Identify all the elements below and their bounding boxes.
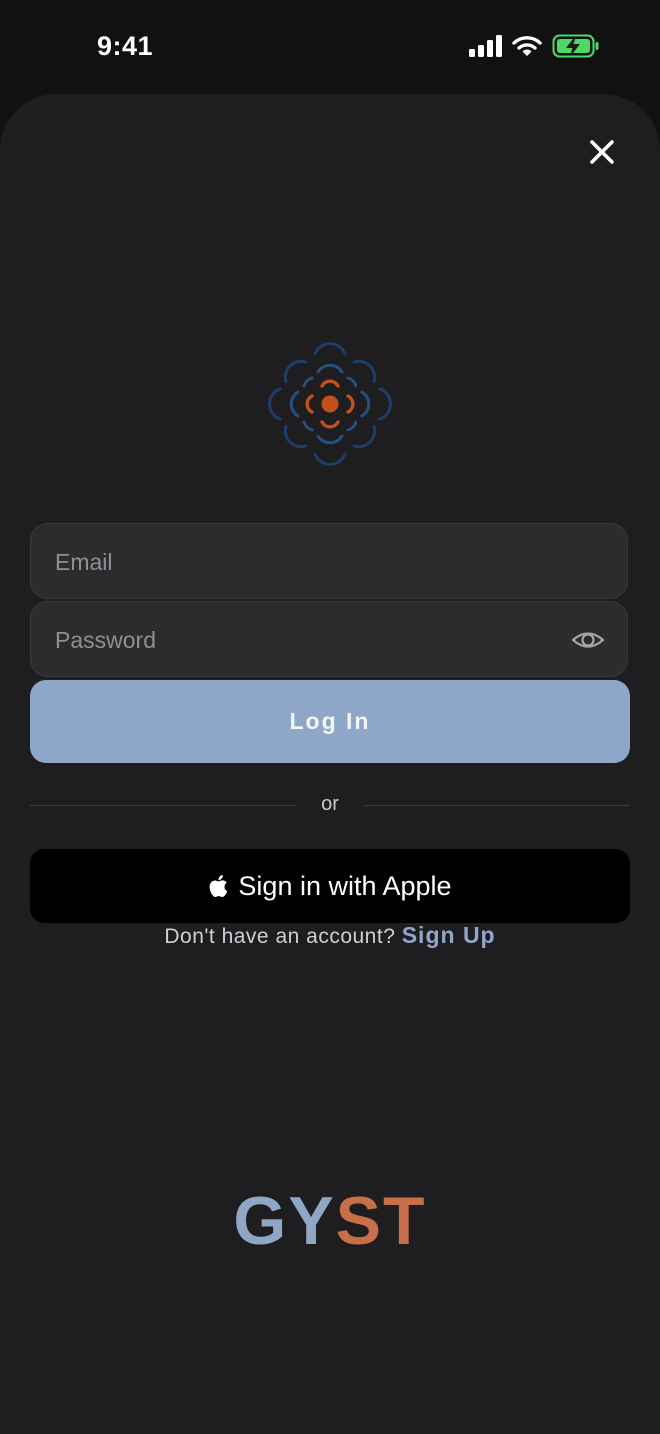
password-input[interactable] [53, 602, 557, 678]
divider-left [30, 805, 296, 806]
status-time: 9:41 [97, 31, 154, 61]
login-button-label: Log In [289, 708, 371, 734]
brand-part-2: ST [335, 1183, 427, 1259]
apple-button-label: Sign in with Apple [238, 870, 452, 901]
cellular-signal-icon [469, 35, 502, 57]
flower-logo-icon [268, 342, 392, 466]
status-icons [468, 34, 600, 58]
password-field[interactable] [30, 601, 628, 678]
signup-row: Don't have an account? Sign Up [0, 922, 660, 949]
login-button[interactable]: Log In [30, 680, 630, 763]
brand-wordmark: GYST [0, 1182, 660, 1260]
divider-right [364, 805, 630, 806]
or-label: or [321, 793, 339, 815]
wifi-icon [512, 36, 542, 56]
eye-icon[interactable] [571, 623, 605, 657]
sign-up-link[interactable]: Sign Up [402, 922, 496, 948]
signup-prompt: Don't have an account? [164, 925, 396, 948]
email-field[interactable] [30, 523, 628, 600]
close-icon [590, 140, 614, 164]
apple-icon [210, 875, 228, 897]
close-button[interactable] [584, 134, 620, 170]
login-sheet: Log In or Sign in with Apple Don't have … [0, 94, 660, 1434]
status-bar: 9:41 [0, 0, 660, 94]
email-input[interactable] [53, 524, 557, 600]
brand-part-1: GY [233, 1183, 336, 1259]
battery-charging-icon [552, 34, 599, 58]
sign-in-with-apple-button[interactable]: Sign in with Apple [30, 849, 630, 923]
login-screen: 9:41 Email Log In or Sign in with Apple … [0, 0, 660, 1434]
